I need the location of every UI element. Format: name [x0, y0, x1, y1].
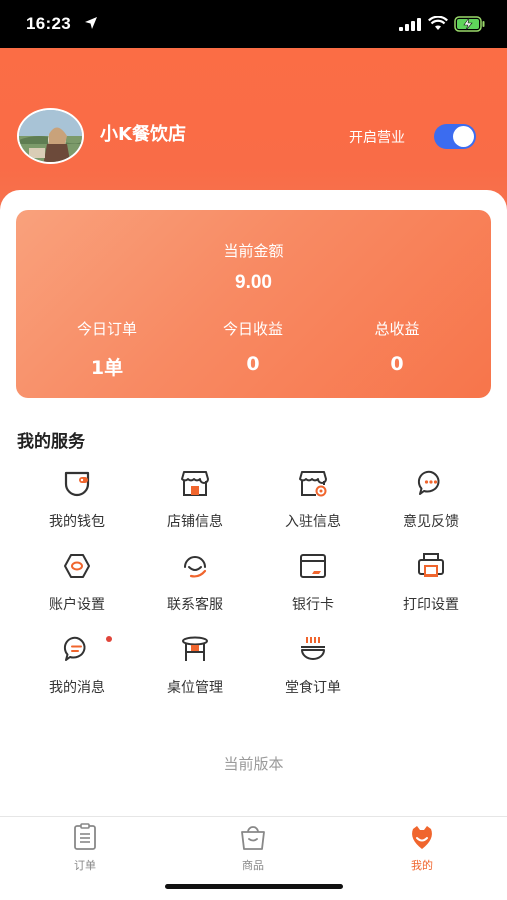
- stat-value: 0: [246, 353, 260, 375]
- stat-label: 今日订单: [76, 320, 137, 338]
- open-business-toggle[interactable]: [434, 124, 476, 149]
- avatar-image: [19, 110, 82, 162]
- today-orders-stat[interactable]: 今日订单 1单: [32, 318, 182, 380]
- service-customer-service[interactable]: 联系客服: [140, 551, 250, 621]
- open-business-label: 开启营业: [349, 130, 405, 146]
- total-income-stat[interactable]: 总收益 0: [322, 318, 472, 375]
- service-label: 打印设置: [403, 597, 459, 613]
- unread-dot: [106, 636, 112, 642]
- service-label: 我的钱包: [49, 514, 105, 530]
- service-shop-info[interactable]: 店铺信息: [140, 468, 250, 538]
- wallet-icon: [64, 471, 90, 497]
- location-arrow-icon: [85, 17, 97, 29]
- earnings-card: 当前金额 9.00 今日订单 1单 今日收益 0 总收益 0: [16, 210, 491, 398]
- balance-value: 9.00: [235, 272, 272, 293]
- feedback-chat-icon: [417, 470, 440, 495]
- shop-name: 小K餐饮店: [100, 124, 186, 145]
- service-label: 堂食订单: [285, 680, 341, 696]
- table-icon: [182, 636, 208, 661]
- service-label: 账户设置: [49, 597, 105, 613]
- service-label: 意见反馈: [403, 514, 459, 530]
- home-indicator: [165, 884, 343, 889]
- order-clipboard-icon: [74, 823, 96, 850]
- status-bar: 16:23: [0, 0, 507, 48]
- current-version-label[interactable]: 当前版本: [0, 753, 507, 774]
- service-settle-info[interactable]: 入驻信息: [258, 468, 368, 538]
- tab-label: 商品: [242, 859, 264, 872]
- wifi-icon: [428, 16, 448, 30]
- profile-icon: [412, 826, 432, 849]
- stat-label: 总收益: [374, 320, 420, 338]
- goods-bag-icon: [241, 826, 265, 850]
- service-messages[interactable]: 我的消息: [22, 634, 132, 704]
- battery-charging-icon: [454, 16, 485, 32]
- service-label: 店铺信息: [167, 514, 223, 530]
- avatar[interactable]: [17, 108, 84, 164]
- tab-label: 订单: [74, 859, 96, 872]
- stat-value: 0: [390, 353, 404, 375]
- stat-label: 今日收益: [222, 320, 283, 338]
- service-table-management[interactable]: 桌位管理: [140, 634, 250, 704]
- service-bank-card[interactable]: 银行卡: [258, 551, 368, 621]
- service-label: 我的消息: [49, 680, 105, 696]
- dine-in-bowl-icon: [301, 637, 325, 660]
- printer-icon: [418, 553, 444, 577]
- stat-value: 1单: [90, 357, 124, 379]
- shop-settings-icon: [299, 471, 327, 497]
- balance-label: 当前金额: [223, 242, 284, 260]
- service-label: 银行卡: [292, 597, 334, 613]
- services-title: 我的服务: [17, 432, 85, 452]
- service-feedback[interactable]: 意见反馈: [376, 468, 486, 538]
- cellular-signal-icon: [399, 18, 421, 31]
- service-label: 联系客服: [167, 597, 223, 613]
- service-label: 桌位管理: [167, 680, 223, 696]
- service-account-settings[interactable]: 账户设置: [22, 551, 132, 621]
- tab-label: 我的: [411, 859, 433, 872]
- service-wallet[interactable]: 我的钱包: [22, 468, 132, 538]
- service-dine-in-orders[interactable]: 堂食订单: [258, 634, 368, 704]
- customer-service-icon: [184, 556, 207, 578]
- today-income-stat[interactable]: 今日收益 0: [178, 318, 328, 375]
- service-label: 入驻信息: [285, 514, 341, 530]
- status-time: 16:23: [26, 14, 71, 33]
- message-icon: [63, 636, 86, 661]
- toggle-knob: [453, 126, 474, 147]
- account-settings-icon: [64, 554, 90, 578]
- service-print-settings[interactable]: 打印设置: [376, 551, 486, 621]
- bank-card-icon: [300, 554, 326, 578]
- shop-icon: [181, 471, 209, 496]
